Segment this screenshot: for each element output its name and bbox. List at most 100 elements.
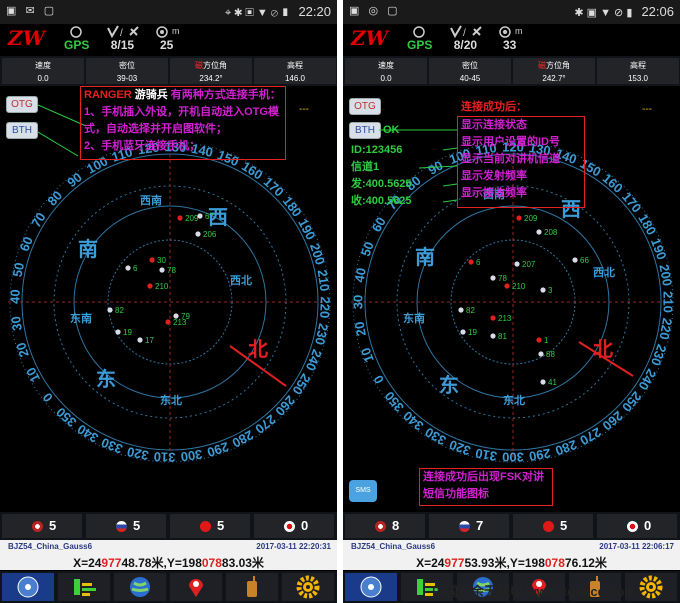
direction-east: 东	[96, 367, 116, 391]
altitude-label: 高程	[630, 61, 646, 70]
satellite-dot	[536, 229, 542, 235]
degree-label: 290	[205, 439, 230, 460]
gps-label: GPS	[64, 38, 90, 52]
satellite-dot	[514, 261, 520, 267]
satellite-dot	[195, 231, 201, 237]
degree-label: 280	[553, 437, 579, 459]
globe-tool-button[interactable]	[114, 573, 166, 601]
direction-southeast: 东南	[70, 311, 92, 325]
satellite-label: 210	[155, 282, 169, 291]
satellite-label: 19	[468, 328, 477, 337]
degree-label: 0	[40, 390, 56, 405]
japan-count: 0	[597, 514, 677, 538]
bth-button[interactable]: BTH	[6, 122, 38, 139]
sms-annotation: 连接成功后出现FSK对讲 短信功能图标	[419, 468, 553, 506]
compass-directions: 西 南 西南 西北 东 北 东南 东北	[403, 187, 615, 407]
density-cell: 密位 40-45	[429, 58, 511, 84]
annotation-line-1: 1、手机插入外设，开机自动进入OTG模	[84, 106, 279, 118]
satellite-label: 66	[580, 256, 589, 265]
bth-button[interactable]: BTH	[349, 122, 381, 139]
bottom-toolbar	[0, 571, 337, 603]
annotation-arrows	[379, 129, 458, 203]
location-tool-button[interactable]	[170, 573, 222, 601]
direction-northwest: 西北	[593, 265, 615, 279]
degree-label: 210	[315, 269, 333, 293]
m-value: 25	[160, 38, 174, 52]
degree-label: 180	[280, 193, 305, 219]
speed-cell: 速度 0.0	[345, 58, 427, 84]
bearing-value: 234.2°	[199, 74, 223, 83]
degree-label: 160	[600, 170, 626, 195]
sms-button[interactable]: SMS	[349, 480, 377, 502]
degree-label: 180	[635, 211, 659, 237]
direction-southeast: 东南	[403, 311, 425, 325]
degree-label: 40	[352, 267, 369, 284]
degree-label: 230	[648, 342, 670, 368]
degree-label: 20	[352, 320, 369, 337]
altitude-value: 146.0	[284, 74, 306, 83]
info-bar: 速度 0.0 密位 39-03 磁方位角 234.2° 高程 146.0	[0, 56, 337, 86]
gear-icon	[296, 575, 320, 599]
timestamp: 2017-03-11 22:20:31	[256, 542, 331, 551]
direction-northwest: 西北	[230, 273, 252, 287]
satellite-dot	[540, 379, 546, 385]
satellite-label: 3	[548, 286, 553, 295]
app-header: ZW / m GPS 8/20 33	[343, 24, 680, 56]
satellite-label: 1	[544, 336, 549, 345]
coordinate-bar: BJZ54_China_Gauss6 2017-03-11 22:06:17 X…	[343, 540, 680, 570]
degree-label: 230	[312, 322, 331, 346]
degree-label: 310	[474, 445, 498, 464]
degree-label: 170	[261, 174, 287, 200]
satellite-label: 41	[548, 378, 557, 387]
satellite-dot	[159, 267, 165, 273]
altitude-cell: 高程 146.0	[254, 58, 336, 84]
signal-tool-button[interactable]	[58, 573, 110, 601]
degree-label: 320	[126, 444, 150, 463]
degree-label: 340	[400, 408, 426, 433]
degree-label: 240	[635, 366, 659, 392]
gps-status-icons: / m	[70, 25, 180, 39]
satellite-dot	[490, 333, 496, 339]
satellite-dot	[458, 307, 464, 313]
direction-northeast: 东北	[503, 393, 525, 407]
usa-count: 5	[2, 514, 82, 538]
bearing-label: 磁方位角	[538, 61, 570, 70]
degree-label: 90	[64, 169, 85, 190]
satellite-label: 209	[185, 214, 199, 223]
degree-label: 60	[369, 214, 389, 234]
gps-row: GPS 8/20 33	[407, 38, 516, 52]
magnetic-icon: 磁	[195, 61, 203, 70]
degree-label: 350	[381, 389, 406, 415]
satellite-label: 209	[524, 214, 538, 223]
signal-bars-icon	[74, 579, 96, 596]
status-bar: ▣ ✉ ▢ ⌖ ✱ ▣ ▼ ⊘ ▮ 22:20	[0, 0, 337, 24]
degree-label: 50	[10, 261, 28, 278]
otg-button[interactable]: OTG	[6, 96, 38, 113]
connected-title: 连接成功后：	[461, 101, 527, 113]
altitude-cell: 高程 153.0	[597, 58, 679, 84]
usa-flag-icon	[32, 521, 43, 533]
sms-hint-line-2: 短信功能图标	[423, 488, 489, 500]
direction-east: 东	[439, 373, 459, 397]
compass-tool-button[interactable]	[345, 573, 397, 601]
satellite-label: 206	[203, 230, 217, 239]
satellite-dot	[572, 257, 578, 263]
density-cell: 密位 39-03	[86, 58, 168, 84]
radio-tool-button[interactable]	[226, 573, 278, 601]
degree-label: 80	[44, 188, 65, 209]
compass-tool-button[interactable]	[2, 573, 54, 601]
density-label: 密位	[462, 61, 478, 70]
sms-hint-line-1: 连接成功后出现FSK对讲	[423, 471, 544, 483]
settings-tool-button[interactable]	[282, 573, 334, 601]
satellite-dot	[538, 351, 544, 357]
usa-flag-icon	[375, 521, 386, 533]
satellite-label: 213	[173, 318, 187, 327]
satellite-label: 67	[205, 212, 214, 221]
direction-south: 南	[415, 245, 435, 269]
notification-icons: ▣ ◎ ▢	[349, 5, 401, 17]
otg-button[interactable]: OTG	[349, 98, 381, 115]
degree-label: 300	[180, 447, 204, 465]
satellite-dot	[460, 329, 466, 335]
degree-label: 270	[252, 412, 278, 437]
degree-label: 250	[289, 371, 313, 397]
